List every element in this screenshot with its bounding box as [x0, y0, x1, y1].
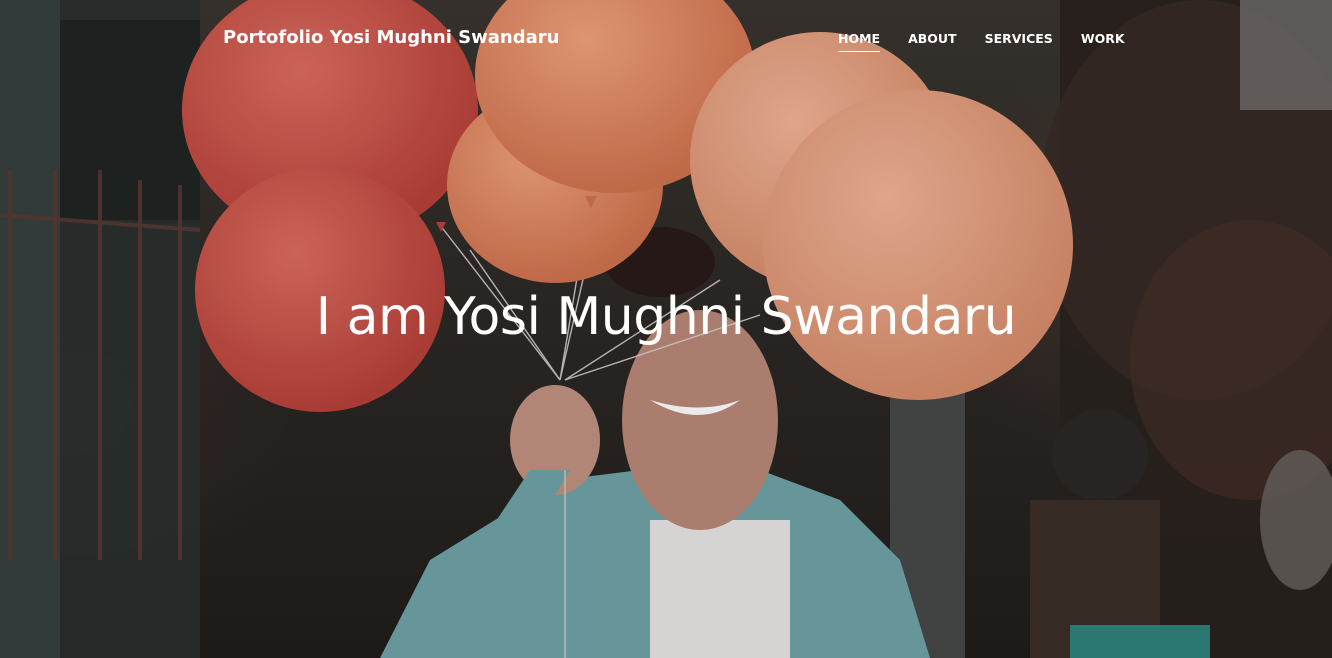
hero-headline: I am Yosi Mughni Swandaru — [315, 287, 1017, 347]
nav-item-services[interactable]: SERVICES — [985, 31, 1053, 52]
navbar: Portofolio Yosi Mughni Swandaru HOME ABO… — [0, 0, 1332, 78]
nav-item-work[interactable]: WORK — [1081, 31, 1125, 52]
nav-item-about[interactable]: ABOUT — [908, 31, 957, 52]
nav-menu: HOME ABOUT SERVICES WORK — [838, 31, 1125, 52]
hero-section: Portofolio Yosi Mughni Swandaru HOME ABO… — [0, 0, 1332, 658]
nav-item-home[interactable]: HOME — [838, 31, 881, 52]
brand-logo-link[interactable]: Portofolio Yosi Mughni Swandaru — [223, 27, 559, 48]
